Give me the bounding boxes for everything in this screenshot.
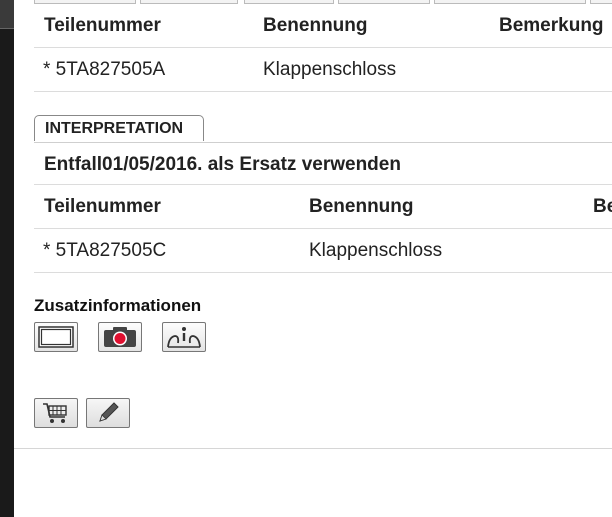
frame-icon-button[interactable] bbox=[34, 322, 78, 352]
add-to-cart-button[interactable] bbox=[34, 398, 78, 428]
left-sidebar-bar bbox=[0, 0, 14, 517]
camera-icon-button[interactable] bbox=[98, 322, 142, 352]
interpretation-note: Entfall01/05/2016. als Ersatz verwenden bbox=[44, 154, 401, 175]
part-number-cell[interactable]: * 5TA827505A bbox=[43, 59, 165, 81]
tab-edge-3[interactable] bbox=[244, 0, 334, 4]
tab-edge-5[interactable] bbox=[434, 0, 586, 4]
interpretation-note-row: Entfall01/05/2016. als Ersatz verwenden bbox=[34, 143, 612, 185]
col-header-name: Benennung bbox=[263, 15, 368, 36]
top-tab-strip bbox=[34, 0, 612, 4]
table-header-row: Teilenummer Benennung Be bbox=[34, 185, 612, 229]
tab-edge-1[interactable] bbox=[34, 0, 136, 4]
person-info-icon-button[interactable] bbox=[162, 322, 206, 352]
table-row[interactable]: * 5TA827505C Klappenschloss bbox=[34, 229, 612, 273]
part-number-cell[interactable]: * 5TA827505C bbox=[43, 240, 166, 262]
tab-edge-4[interactable] bbox=[338, 0, 430, 4]
col-header-remark: Bemerkung bbox=[499, 15, 604, 36]
bottom-divider bbox=[14, 448, 612, 449]
pencil-icon bbox=[99, 402, 119, 422]
edit-button[interactable] bbox=[86, 398, 130, 428]
col-header-remark: Be bbox=[593, 196, 612, 217]
col-header-name: Benennung bbox=[309, 196, 414, 217]
cart-icon bbox=[43, 403, 67, 423]
tab-edge-6[interactable] bbox=[590, 0, 612, 4]
camera-icon bbox=[104, 327, 136, 347]
person-info-icon bbox=[167, 327, 201, 348]
left-sidebar-top bbox=[0, 0, 14, 29]
table-row[interactable]: * 5TA827505A Klappenschloss bbox=[34, 48, 612, 92]
table-header-row: Teilenummer Benennung Bemerkung bbox=[34, 6, 612, 48]
part-name-cell: Klappenschloss bbox=[309, 240, 443, 261]
col-header-part-number: Teilenummer bbox=[44, 196, 161, 217]
section-title-additional-info: Zusatzinformationen bbox=[34, 296, 202, 315]
frame-icon bbox=[38, 326, 74, 348]
col-header-part-number: Teilenummer bbox=[44, 15, 161, 36]
parts-detail-panel: Teilenummer Benennung Bemerkung * 5TA827… bbox=[14, 0, 612, 517]
part-name-cell: Klappenschloss bbox=[263, 59, 397, 80]
tab-edge-2[interactable] bbox=[140, 0, 238, 4]
tab-interpretation[interactable]: INTERPRETATION bbox=[34, 115, 204, 141]
